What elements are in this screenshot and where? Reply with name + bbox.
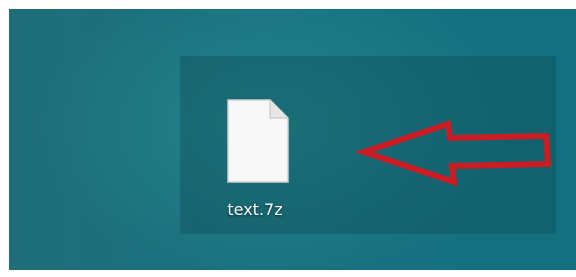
frame-border-left bbox=[0, 0, 9, 277]
desktop-background[interactable]: text.7z bbox=[0, 0, 576, 277]
red-arrow-annotation bbox=[356, 120, 552, 187]
file-name-label: text.7z bbox=[227, 200, 283, 219]
frame-border-bottom bbox=[0, 270, 576, 277]
blank-file-icon bbox=[227, 99, 289, 183]
frame-border-top bbox=[0, 0, 576, 9]
desktop-file-item[interactable]: text.7z bbox=[200, 90, 310, 225]
